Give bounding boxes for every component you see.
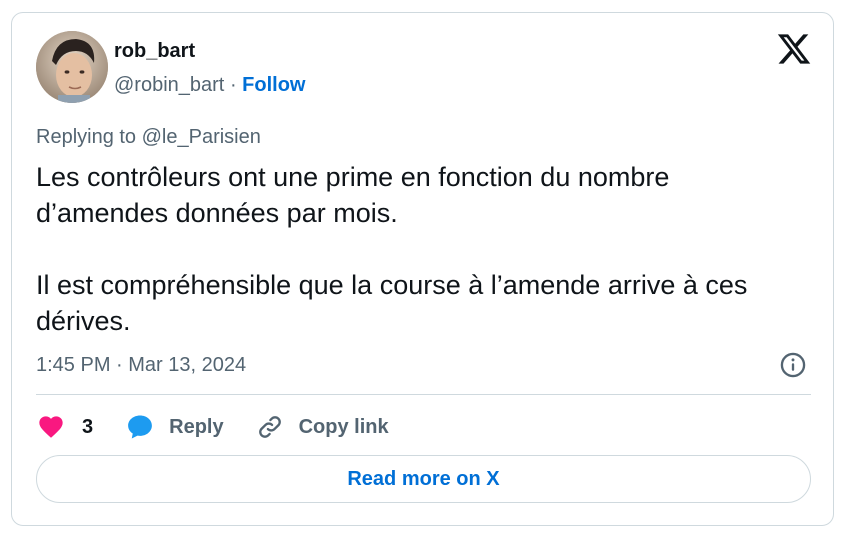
avatar-image: [36, 31, 108, 103]
tweet-timestamp[interactable]: 1:45 PM · Mar 13, 2024: [36, 353, 246, 377]
replying-to-mention[interactable]: @le_Parisien: [142, 126, 261, 148]
author-display-name[interactable]: rob_bart: [114, 39, 195, 63]
reply-label: Reply: [169, 416, 224, 438]
author-handle[interactable]: @robin_bart: [114, 74, 224, 96]
action-bar: 3 Reply Copy link: [36, 411, 389, 443]
reply-button[interactable]: Reply: [125, 412, 224, 442]
tweet-text: Les contrôleurs ont une prime en fonctio…: [36, 159, 796, 339]
divider: [36, 394, 811, 395]
copy-link-button[interactable]: Copy link: [256, 413, 389, 441]
follow-button[interactable]: Follow: [242, 74, 305, 96]
tweet-card: rob_bart @robin_bart · Follow Replying t…: [11, 12, 834, 526]
like-button[interactable]: 3: [36, 413, 93, 441]
handle-separator: ·: [229, 74, 237, 96]
x-logo-icon[interactable]: [776, 31, 812, 67]
author-handle-row: @robin_bart · Follow: [114, 73, 306, 97]
replying-to: Replying to @le_Parisien: [36, 125, 261, 149]
tweet-paragraph: Les contrôleurs ont une prime en fonctio…: [36, 162, 670, 228]
tweet-paragraph: Il est compréhensible que la course à l’…: [36, 270, 748, 336]
read-more-button[interactable]: Read more on X: [36, 455, 811, 503]
replying-to-prefix: Replying to: [36, 126, 142, 148]
like-count: 3: [82, 416, 94, 438]
speech-bubble-icon: [128, 415, 152, 439]
copy-link-label: Copy link: [298, 416, 389, 438]
info-icon[interactable]: [779, 351, 807, 379]
heart-icon: [39, 416, 63, 438]
link-icon: [258, 416, 281, 438]
avatar[interactable]: [36, 31, 108, 103]
